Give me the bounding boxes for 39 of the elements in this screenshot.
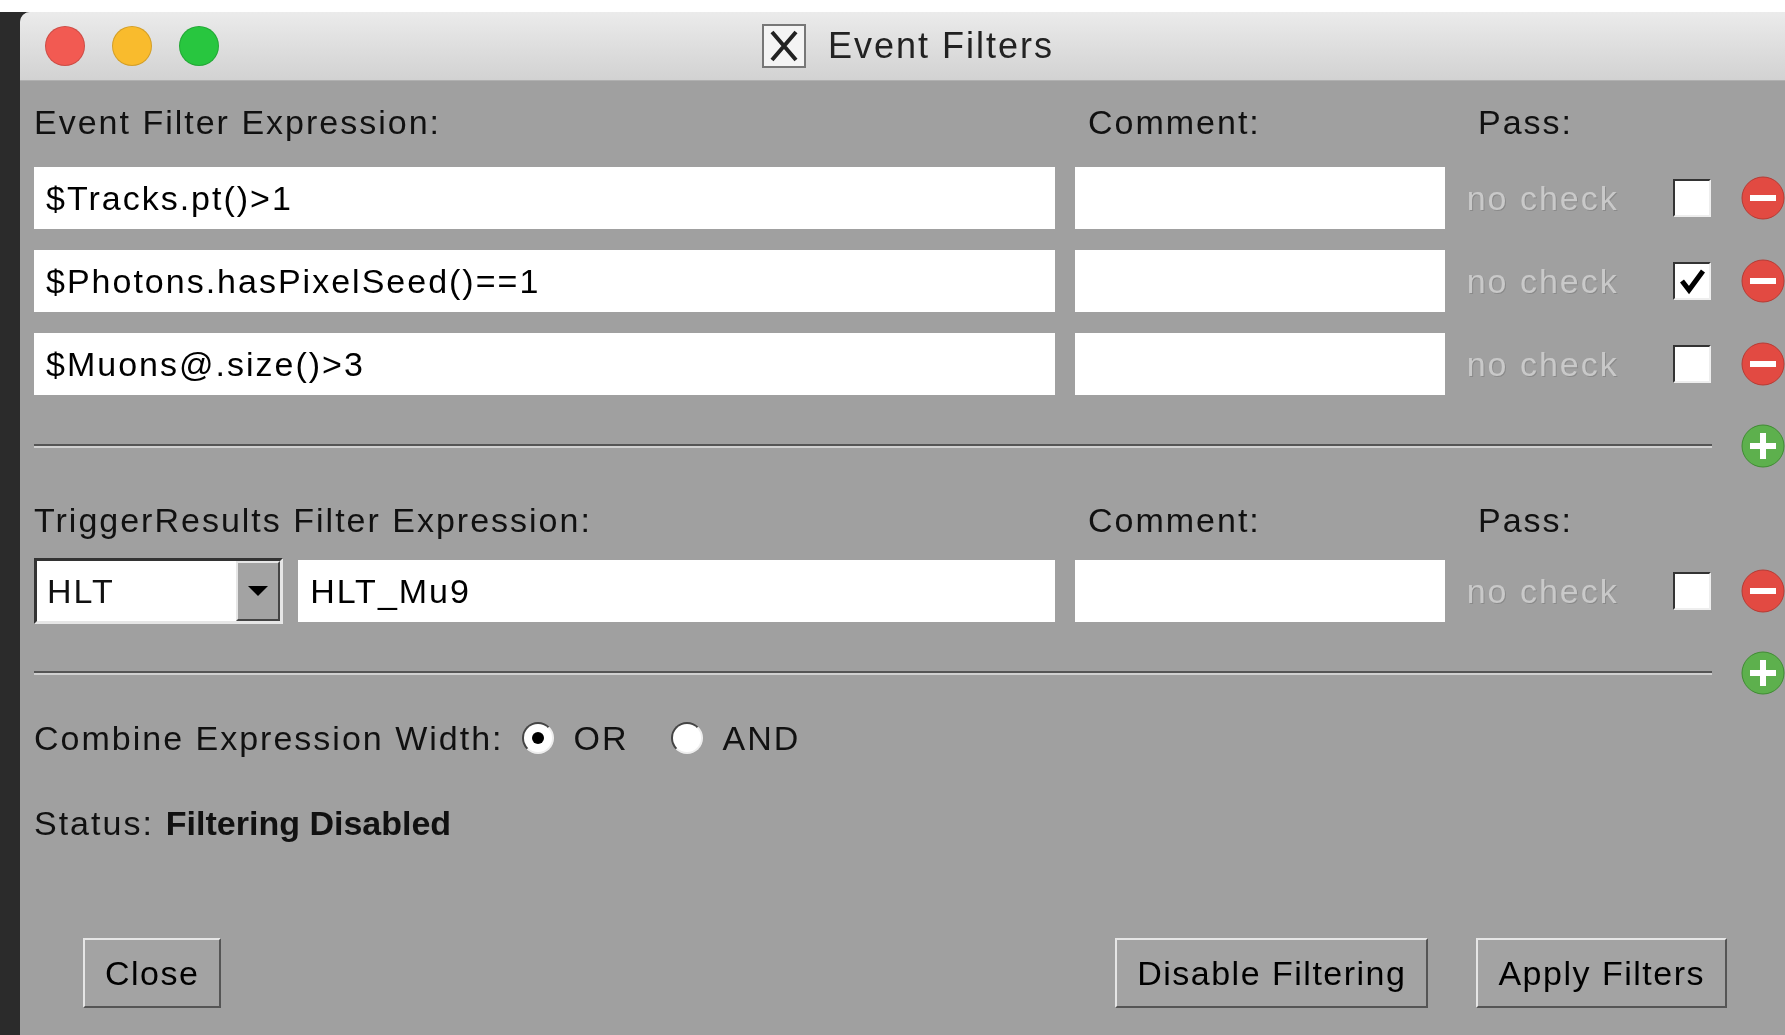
status-label: Status: [34,803,154,843]
dialog-button[interactable]: Close [83,938,222,1008]
remove-icon[interactable] [1741,176,1785,220]
checkbox[interactable] [1673,179,1711,217]
expression-field[interactable]: $Photons.hasPixelSeed()==1 [34,250,1055,312]
expression-field[interactable]: $Tracks.pt()>1 [34,167,1055,229]
checkbox[interactable] [1673,262,1711,300]
combine-label: Combine Expression Width: [34,718,504,758]
remove-icon[interactable] [1741,342,1785,386]
checkbox[interactable] [1673,345,1711,383]
column-header: Pass: [1478,500,1574,540]
window-title: Event Filters [828,25,1055,67]
radio-button[interactable] [521,722,554,754]
status-value: Filtering Disabled [165,803,452,843]
comment-field[interactable] [1074,560,1445,622]
radio-label: AND [722,718,801,758]
column-header: Comment: [1088,102,1262,142]
expression-field[interactable]: HLT_Mu9 [298,560,1055,622]
add-icon[interactable] [1741,424,1785,468]
remove-icon[interactable] [1741,259,1785,303]
expression-field[interactable]: $Muons@.size()>3 [34,333,1055,395]
dialog-button[interactable]: Disable Filtering [1115,938,1429,1008]
dialog-button[interactable]: Apply Filters [1476,938,1727,1008]
comment-field[interactable] [1074,250,1445,312]
column-header: TriggerResults Filter Expression: [34,500,593,540]
app-icon [762,24,806,68]
close-button[interactable] [45,26,85,66]
column-header: Pass: [1478,102,1574,142]
process-dropdown[interactable]: HLT [34,558,284,624]
radio-label: OR [573,718,629,758]
radio-button[interactable] [670,722,703,754]
remove-icon[interactable] [1741,569,1785,613]
comment-field[interactable] [1074,167,1445,229]
column-header: Event Filter Expression: [34,102,443,142]
checkbox[interactable] [1673,572,1711,610]
comment-field[interactable] [1074,333,1445,395]
column-header: Comment: [1088,500,1262,540]
add-icon[interactable] [1741,651,1785,695]
caret-icon [246,584,271,598]
